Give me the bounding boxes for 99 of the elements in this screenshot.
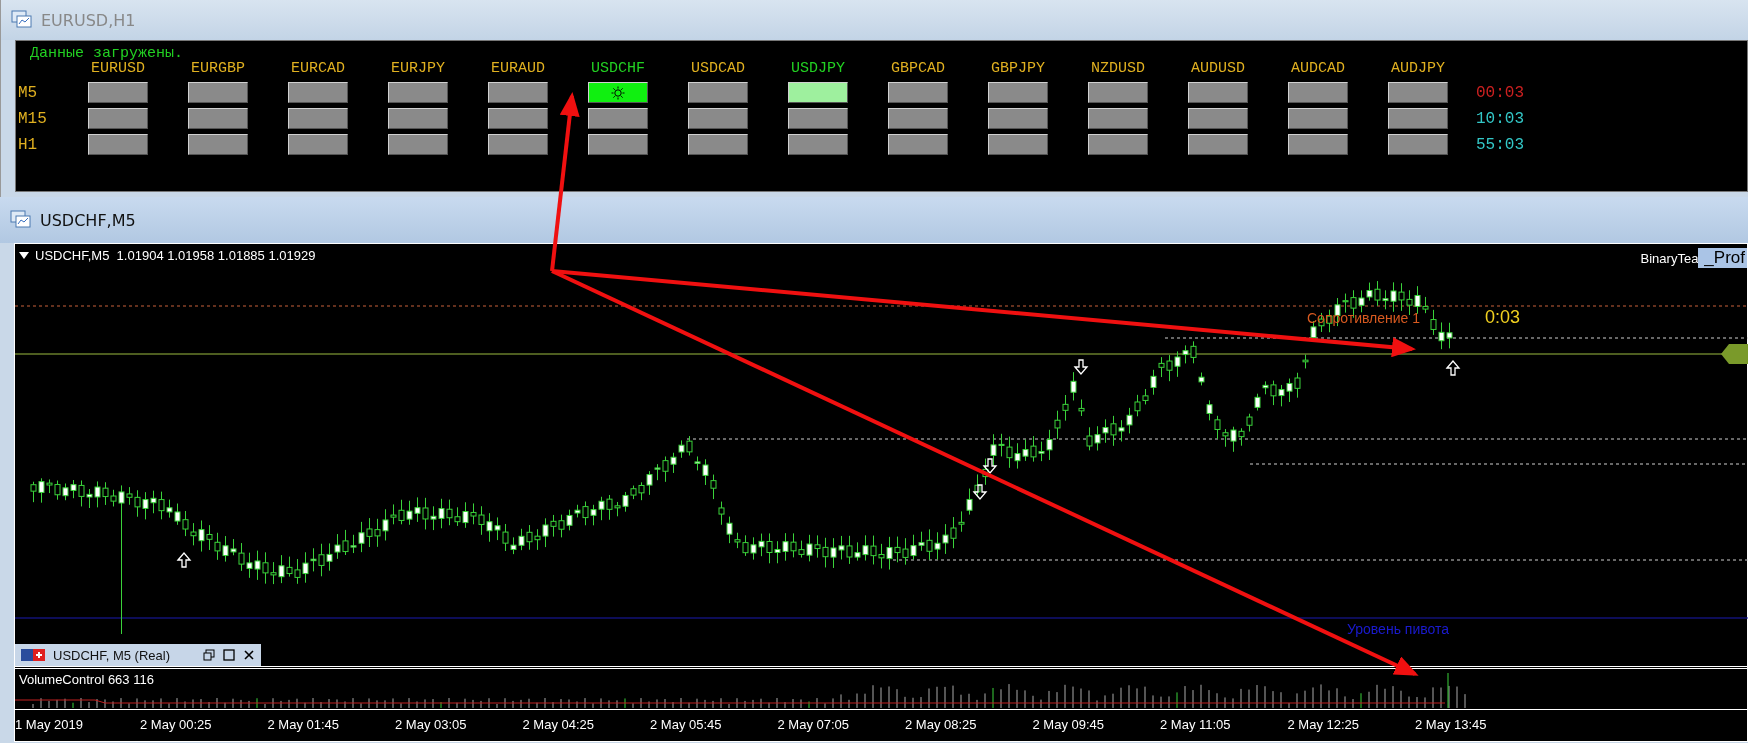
symbol-label: USDCAD bbox=[690, 61, 746, 77]
symbol-label: EURGBP bbox=[190, 61, 246, 77]
restore-icon[interactable] bbox=[203, 649, 215, 661]
signal-button[interactable] bbox=[1288, 108, 1348, 129]
time-axis-label: 2 May 11:05 bbox=[1160, 717, 1232, 732]
symbol-label: AUDCAD bbox=[1290, 61, 1346, 77]
time-axis-label: 2 May 00:25 bbox=[140, 717, 213, 732]
signal-button[interactable] bbox=[388, 82, 448, 103]
maximize-icon[interactable] bbox=[223, 649, 235, 661]
dropdown-icon[interactable] bbox=[19, 251, 29, 260]
signal-button[interactable] bbox=[188, 108, 248, 129]
timeframe-label: M5 bbox=[18, 83, 39, 102]
signal-button[interactable] bbox=[88, 134, 148, 155]
time-axis-label: 2 May 07:05 bbox=[777, 717, 851, 732]
signal-button[interactable] bbox=[888, 82, 948, 103]
symbol-label: USDJPY bbox=[790, 61, 846, 77]
chart-header: USDCHF,M5 1.01904 1.01958 1.01885 1.01929 bbox=[35, 248, 316, 263]
pivot-label: Уровень пивота bbox=[1347, 621, 1450, 637]
signal-button[interactable] bbox=[1388, 134, 1448, 155]
countdown-timer: 00:03 bbox=[1475, 83, 1525, 102]
panel-tag[interactable]: _Prof bbox=[1698, 248, 1747, 268]
down-arrow-icon bbox=[972, 484, 988, 500]
signal-button[interactable] bbox=[1088, 108, 1148, 129]
signal-button[interactable] bbox=[188, 134, 248, 155]
signal-button[interactable] bbox=[488, 108, 548, 129]
time-axis-label: 2 May 04:25 bbox=[522, 717, 596, 732]
signal-button[interactable] bbox=[688, 82, 748, 103]
signal-button[interactable] bbox=[588, 82, 648, 103]
window-title: USDCHF,M5 bbox=[40, 210, 136, 230]
timeframe-label: H1 bbox=[18, 135, 39, 154]
signal-button[interactable] bbox=[788, 134, 848, 155]
signal-button[interactable] bbox=[688, 134, 748, 155]
signal-button[interactable] bbox=[788, 108, 848, 129]
signal-button[interactable] bbox=[1088, 82, 1148, 103]
down-arrow-icon bbox=[982, 458, 998, 474]
symbol-label: AUDJPY bbox=[1390, 61, 1446, 77]
signal-button[interactable] bbox=[988, 108, 1048, 129]
signal-button[interactable] bbox=[588, 108, 648, 129]
signal-button[interactable] bbox=[488, 82, 548, 103]
signal-button[interactable] bbox=[988, 82, 1048, 103]
time-axis-label: 2 May 05:45 bbox=[650, 717, 723, 732]
time-axis-label: 2 May 01:45 bbox=[267, 717, 341, 732]
signal-button[interactable] bbox=[1288, 134, 1348, 155]
signal-button[interactable] bbox=[788, 82, 848, 103]
signal-button[interactable] bbox=[588, 134, 648, 155]
signal-button[interactable] bbox=[688, 108, 748, 129]
up-arrow-icon bbox=[1445, 360, 1461, 376]
time-axis-label: 2 May 08:25 bbox=[905, 717, 978, 732]
symbol-label: USDCHF bbox=[590, 61, 646, 77]
chart-tab[interactable]: USDCHF, M5 (Real) bbox=[15, 644, 261, 666]
symbol-label: EURUSD bbox=[90, 61, 146, 77]
timeframe-label: M15 bbox=[18, 109, 48, 128]
countdown-timer: 10:03 bbox=[1475, 109, 1525, 128]
signal-button[interactable] bbox=[1388, 82, 1448, 103]
volume-indicator-label: VolumeControl 663 116 bbox=[19, 672, 154, 687]
indicator-label: BinaryTea bbox=[1640, 250, 1699, 266]
signal-button[interactable] bbox=[888, 108, 948, 129]
signal-button[interactable] bbox=[288, 108, 348, 129]
symbol-label: EURAUD bbox=[490, 61, 546, 77]
symbol-label: NZDUSD bbox=[1090, 61, 1146, 77]
tab-label: USDCHF, M5 (Real) bbox=[53, 647, 170, 663]
countdown-timer: 55:03 bbox=[1475, 135, 1525, 154]
up-arrow-icon bbox=[176, 552, 192, 568]
signal-button[interactable] bbox=[388, 108, 448, 129]
signal-button[interactable] bbox=[288, 82, 348, 103]
symbol-label: GBPJPY bbox=[990, 61, 1046, 77]
signal-button[interactable] bbox=[1088, 134, 1148, 155]
signal-button[interactable] bbox=[1188, 134, 1248, 155]
sun-icon bbox=[611, 85, 625, 100]
time-axis-label: 1 May 2019 bbox=[15, 717, 84, 732]
symbol-label: EURCAD bbox=[290, 61, 346, 77]
time-axis-label: 2 May 12:25 bbox=[1287, 717, 1361, 732]
price-tag-icon bbox=[1721, 344, 1748, 364]
close-icon[interactable] bbox=[243, 649, 255, 661]
signal-button[interactable] bbox=[988, 134, 1048, 155]
signal-button[interactable] bbox=[388, 134, 448, 155]
window-title: EURUSD,H1 bbox=[41, 10, 136, 30]
signal-button[interactable] bbox=[88, 108, 148, 129]
down-arrow-icon bbox=[1073, 359, 1089, 375]
time-axis-label: 2 May 13:45 bbox=[1415, 717, 1488, 732]
signal-button[interactable] bbox=[888, 134, 948, 155]
flag-icon bbox=[21, 648, 45, 662]
symbol-label: AUDUSD bbox=[1190, 61, 1246, 77]
signal-button[interactable] bbox=[1188, 108, 1248, 129]
chart-window-icon bbox=[10, 210, 32, 230]
signal-button[interactable] bbox=[1188, 82, 1248, 103]
candle-countdown: 0:03 bbox=[1485, 307, 1521, 328]
symbol-label: GBPCAD bbox=[890, 61, 946, 77]
time-axis-label: 2 May 09:45 bbox=[1032, 717, 1106, 732]
chart-window-icon bbox=[11, 10, 33, 30]
signal-button[interactable] bbox=[1288, 82, 1348, 103]
signal-button[interactable] bbox=[288, 134, 348, 155]
symbol-label: EURJPY bbox=[390, 61, 446, 77]
status-text: Данные загружены. bbox=[29, 47, 185, 61]
signal-button[interactable] bbox=[88, 82, 148, 103]
signal-button[interactable] bbox=[488, 134, 548, 155]
time-axis-label: 2 May 03:05 bbox=[395, 717, 468, 732]
signal-button[interactable] bbox=[1388, 108, 1448, 129]
signal-button[interactable] bbox=[188, 82, 248, 103]
